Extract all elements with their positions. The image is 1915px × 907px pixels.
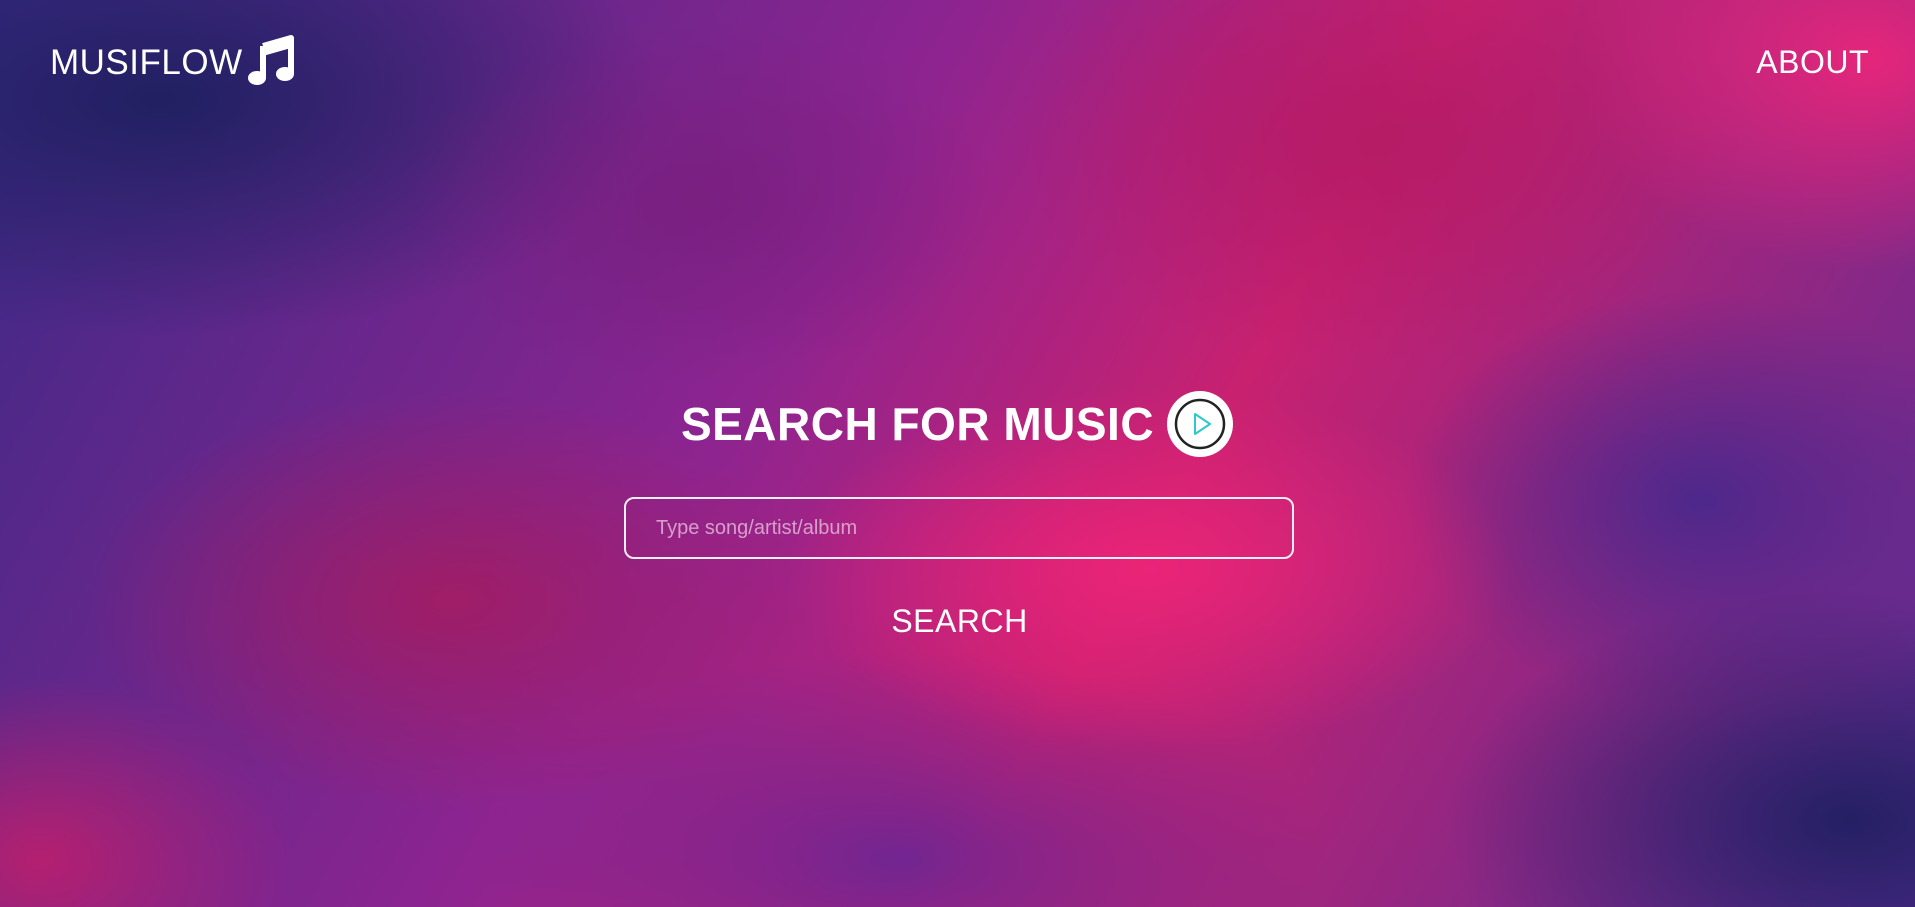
about-link[interactable]: ABOUT <box>1756 44 1869 81</box>
brand-name: MUSIFLOW <box>50 42 243 82</box>
brand-logo[interactable]: MUSIFLOW <box>50 35 297 86</box>
music-note-icon <box>247 34 297 86</box>
hero-heading: SEARCH FOR MUSIC <box>0 390 1915 458</box>
search-button[interactable]: SEARCH <box>857 596 1062 646</box>
page-title: SEARCH FOR MUSIC <box>680 398 1155 450</box>
play-circle-icon <box>1166 390 1234 458</box>
search-input[interactable] <box>624 497 1294 559</box>
